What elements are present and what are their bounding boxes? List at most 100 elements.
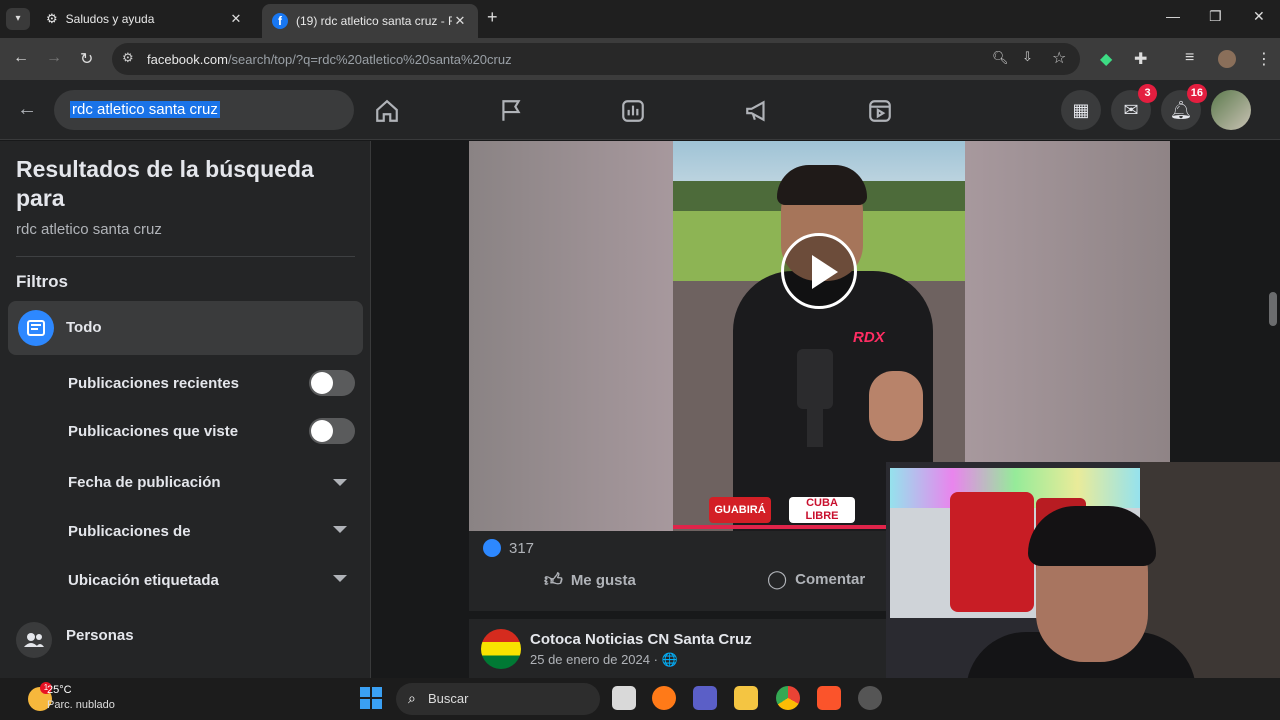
browser-toolbar: ← → ↻ ⚙ facebook.com /search/top/?q=rdc%… — [0, 38, 1280, 80]
home-icon[interactable] — [374, 98, 400, 124]
video-icon[interactable] — [867, 98, 893, 124]
like-label: Me gusta — [570, 571, 636, 589]
facebook-favicon-icon: f — [272, 13, 288, 29]
feed-icon — [18, 310, 54, 346]
megaphone-icon[interactable] — [744, 98, 770, 124]
chevron-down-icon — [333, 479, 347, 486]
reactions-count: 317 — [509, 539, 535, 557]
chrome-icon[interactable] — [776, 686, 800, 710]
reload-icon[interactable]: ↻ — [80, 49, 93, 69]
filter-label-date: Fecha de publicación — [68, 474, 221, 491]
brave-icon[interactable] — [817, 686, 841, 710]
microphone-handle — [807, 407, 823, 447]
seen-posts-toggle[interactable] — [309, 418, 355, 444]
page-scrollbar[interactable] — [1269, 292, 1277, 326]
app-icon[interactable] — [858, 686, 882, 710]
taskbar-search-label: Buscar — [428, 691, 469, 706]
page-name-link[interactable]: Cotoca Noticias CN Santa Cruz — [530, 631, 752, 648]
filter-item-todo[interactable]: Todo — [8, 301, 363, 355]
chart-icon[interactable] — [620, 98, 646, 124]
tab-close-icon[interactable]: ✕ — [228, 11, 244, 27]
like-reaction-icon — [483, 539, 501, 557]
menu-grid-icon[interactable]: ▦ — [1061, 90, 1101, 130]
search-input-value: rdc atletico santa cruz — [70, 101, 220, 118]
webcam-overlay — [886, 462, 1280, 680]
reporter-hair — [777, 165, 867, 205]
microphone — [797, 349, 833, 409]
filter-date-dropdown[interactable]: Fecha de publicación — [60, 461, 360, 501]
page-title: Resultados de la búsqueda para — [16, 156, 314, 211]
forward-arrow-icon[interactable]: → — [46, 49, 62, 67]
start-menu-icon[interactable] — [360, 687, 382, 709]
chevron-down-icon — [333, 526, 347, 533]
sponsor-logo-guabira: GUABIRÁ — [709, 497, 771, 523]
search-query-text: rdc atletico santa cruz — [16, 221, 162, 238]
reporter-hand — [869, 371, 923, 441]
people-icon — [16, 622, 52, 658]
url-path: /search/top/?q=rdc%20atletico%20santa%20… — [227, 51, 512, 67]
install-app-icon[interactable]: ⇩ — [1022, 49, 1033, 65]
flag-icon[interactable] — [498, 98, 524, 124]
windows-taskbar: 1 25°C Parc. nublado ⌕ Buscar — [0, 678, 1280, 720]
firefox-icon[interactable] — [652, 686, 676, 710]
filter-label-location: Ubicación etiquetada — [68, 572, 219, 589]
teams-icon[interactable] — [693, 686, 717, 710]
play-button-icon[interactable] — [781, 233, 857, 309]
filter-label-seen-posts: Publicaciones que viste — [68, 423, 239, 440]
profile-avatar[interactable] — [1218, 50, 1236, 68]
zoom-icon[interactable]: 🔍︎ — [992, 50, 1009, 66]
rdx-logo: RDX — [853, 329, 885, 346]
media-control-icon[interactable]: ≡ — [1185, 49, 1194, 67]
extension-icon[interactable]: ◆ — [1100, 49, 1112, 69]
notifications-bell-icon[interactable]: 🔔︎ 16 — [1161, 84, 1207, 130]
comment-label: Comentar — [795, 571, 866, 588]
search-input[interactable]: rdc atletico santa cruz — [54, 90, 354, 130]
messenger-icon[interactable]: ✉ 3 — [1111, 84, 1157, 130]
address-bar[interactable]: ⚙ facebook.com /search/top/?q=rdc%20atle… — [112, 43, 1080, 75]
page-avatar[interactable] — [481, 629, 521, 669]
new-tab-button[interactable]: + — [487, 7, 498, 28]
close-window-button[interactable]: ✕ — [1253, 8, 1265, 25]
maximize-button[interactable]: ❐ — [1209, 8, 1222, 25]
back-arrow-icon[interactable]: ← — [17, 98, 37, 121]
search-icon: ⌕ — [408, 690, 416, 706]
sponsor-logo-cuba-libre: CUBA LIBRE — [789, 497, 855, 523]
reactions-summary[interactable]: 317 — [483, 539, 534, 557]
taskbar-search[interactable]: ⌕ Buscar — [396, 683, 600, 715]
comment-button[interactable]: ◯ Comentar — [767, 569, 865, 590]
url-host: facebook.com — [147, 51, 228, 67]
post-date[interactable]: 25 de enero de 2024 · 🌐 — [530, 652, 678, 668]
account-avatar[interactable] — [1211, 90, 1251, 130]
tab-title: (19) rdc atletico santa cruz - Re — [296, 14, 452, 28]
filter-label-recent-posts: Publicaciones recientes — [68, 375, 239, 392]
weather-description: Parc. nublado — [47, 699, 115, 711]
like-button[interactable]: 👍︎ Me gusta — [544, 569, 636, 591]
notifications-badge: 16 — [1186, 84, 1207, 103]
tab-search-dropdown-button[interactable]: ▾ — [6, 8, 30, 30]
bookmark-star-icon[interactable]: ☆ — [1052, 48, 1066, 68]
minimize-button[interactable]: — — [1166, 8, 1180, 24]
filter-label-posts-from: Publicaciones de — [68, 523, 191, 540]
filter-posts-from-dropdown[interactable]: Publicaciones de — [60, 510, 360, 550]
filters-heading: Filtros — [16, 272, 68, 291]
task-view-icon[interactable] — [612, 686, 636, 710]
tab-close-icon[interactable]: ✕ — [452, 13, 468, 29]
filter-location-dropdown[interactable]: Ubicación etiquetada — [60, 559, 360, 599]
filter-item-label: Todo — [66, 319, 102, 336]
browser-tab-facebook[interactable]: f (19) rdc atletico santa cruz - Re ✕ — [262, 4, 478, 38]
site-info-icon[interactable]: ⚙ — [122, 50, 134, 66]
browser-menu-icon[interactable]: ⋮ — [1256, 49, 1272, 69]
recent-posts-toggle[interactable] — [309, 370, 355, 396]
comment-bubble-icon: ◯ — [767, 569, 788, 589]
filter-item-personas[interactable]: Personas — [66, 627, 134, 644]
chevron-down-icon — [333, 575, 347, 582]
messenger-badge: 3 — [1138, 84, 1157, 103]
weather-widget[interactable]: 1 25°C Parc. nublado — [10, 678, 130, 720]
file-explorer-icon[interactable] — [734, 686, 758, 710]
extensions-puzzle-icon[interactable]: ✚ — [1134, 49, 1147, 69]
browser-tab-strip: ▾ ⚙ Saludos y ayuda ✕ f (19) rdc atletic… — [0, 0, 1280, 38]
back-arrow-icon[interactable]: ← — [13, 49, 29, 67]
facebook-header: ← rdc atletico santa cruz ▦ ✉ 3 🔔︎ 16 — [0, 80, 1280, 140]
browser-tab-saludos[interactable]: ⚙ Saludos y ayuda ✕ — [36, 4, 254, 34]
divider — [16, 256, 355, 257]
